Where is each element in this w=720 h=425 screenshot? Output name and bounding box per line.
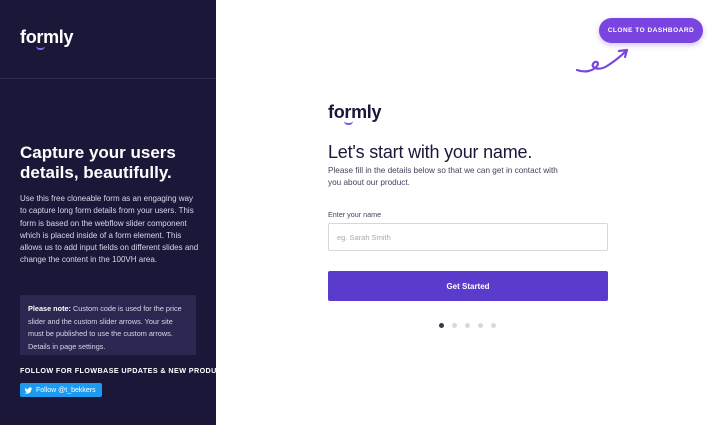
logo-text-main: formly [328, 102, 382, 122]
logo-text: formly [20, 27, 74, 47]
slider-dots [439, 323, 496, 328]
left-description: Use this free cloneable form as an engag… [20, 194, 199, 265]
logo-smile-icon-main [344, 121, 353, 125]
note-label: Please note: [28, 304, 71, 313]
clone-to-dashboard-button[interactable]: CLONE TO DASHBOARD [599, 18, 703, 43]
name-field-label: Enter your name [328, 210, 382, 219]
formly-logo-main: formly [328, 102, 382, 125]
left-header: formly [0, 0, 216, 79]
formly-logo[interactable]: formly [20, 27, 74, 50]
form-subtitle: Please fill in the details below so that… [328, 166, 558, 187]
slide-dot-5[interactable] [491, 323, 496, 328]
twitter-follow-label: Follow @t_bekkers [36, 386, 96, 394]
slide-dot-2[interactable] [452, 323, 457, 328]
twitter-follow-button[interactable]: Follow @t_bekkers [20, 383, 102, 397]
slide-dot-4[interactable] [478, 323, 483, 328]
twitter-bird-icon [24, 386, 33, 394]
slide-dot-1[interactable] [439, 323, 444, 328]
get-started-button[interactable]: Get Started [328, 271, 608, 301]
curly-arrow-icon [575, 48, 629, 73]
left-panel: formly Capture your users details, beaut… [0, 0, 216, 425]
form-title: Let's start with your name. [328, 142, 533, 162]
left-headline: Capture your users details, beautifully. [20, 143, 176, 182]
name-input[interactable] [328, 223, 608, 251]
slide-dot-3[interactable] [465, 323, 470, 328]
custom-code-note: Please note: Custom code is used for the… [20, 295, 196, 355]
follow-title: FOLLOW FOR FLOWBASE UPDATES & NEW PRODUC… [20, 366, 216, 375]
logo-smile-icon [36, 46, 45, 50]
